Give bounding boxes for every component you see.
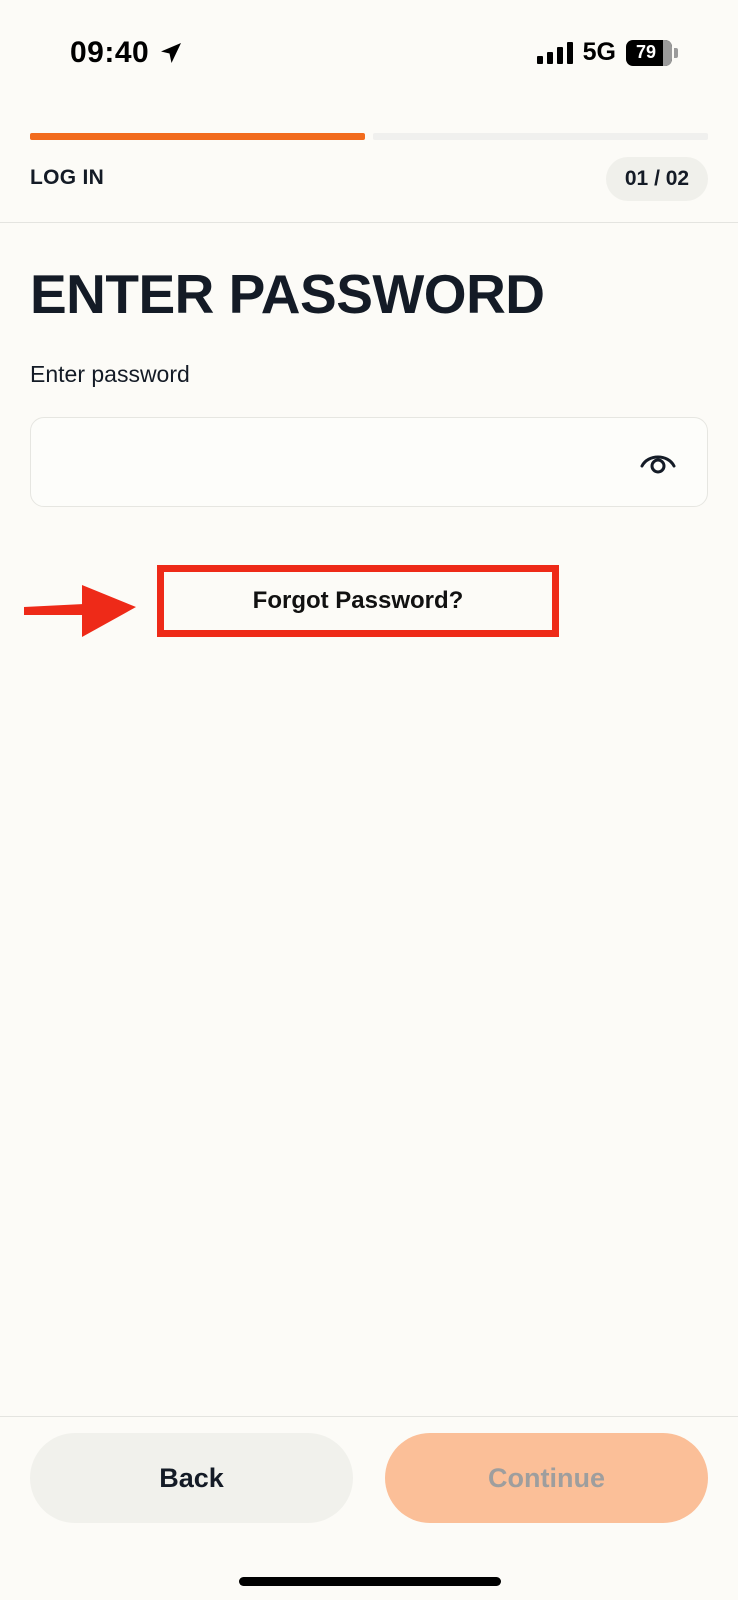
password-input[interactable] <box>31 418 611 506</box>
battery-icon: 79 <box>626 39 678 66</box>
cellular-signal-icon <box>536 41 573 64</box>
status-indicators: 5G 79 <box>536 38 678 67</box>
eye-icon[interactable] <box>639 446 677 478</box>
battery-level: 79 <box>635 42 657 62</box>
network-type: 5G <box>582 38 616 66</box>
header-divider <box>0 222 738 223</box>
status-time-group: 09:40 <box>70 36 183 70</box>
status-bar: 09:40 5G 79 <box>0 0 738 110</box>
annotation-arrow-icon <box>22 583 138 639</box>
step-progress-bar <box>30 133 708 140</box>
page-title: ENTER PASSWORD <box>30 263 545 325</box>
back-button[interactable]: Back <box>30 1433 353 1523</box>
continue-button[interactable]: Continue <box>385 1433 708 1523</box>
step-counter-badge: 01 / 02 <box>606 157 708 201</box>
step-title: LOG IN <box>30 166 105 189</box>
location-arrow-icon <box>159 41 183 65</box>
footer-divider <box>0 1416 738 1417</box>
password-field[interactable] <box>30 417 708 507</box>
status-time: 09:40 <box>70 36 150 69</box>
forgot-password-link[interactable]: Forgot Password? <box>164 572 552 630</box>
progress-segment-pending <box>373 133 708 140</box>
home-indicator[interactable] <box>239 1577 501 1586</box>
password-label: Enter password <box>30 361 190 387</box>
progress-segment-complete <box>30 133 365 140</box>
